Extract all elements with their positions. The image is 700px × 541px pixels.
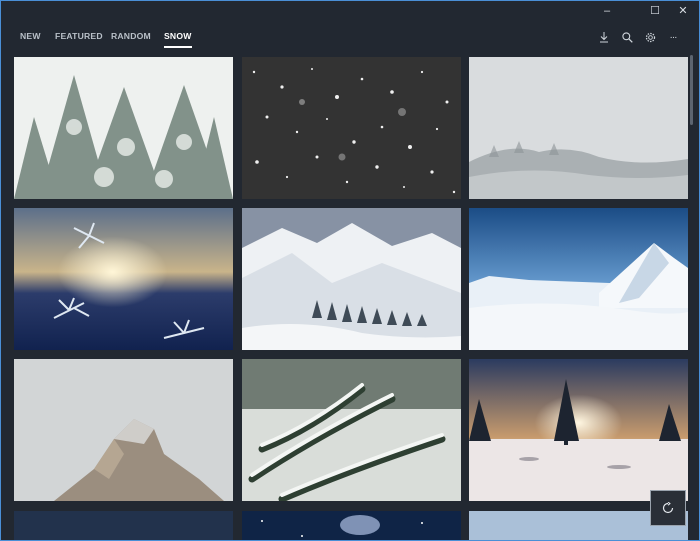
close-button[interactable]: ✕ <box>669 1 697 21</box>
download-button[interactable] <box>593 27 615 47</box>
more-button[interactable]: ··· <box>662 27 684 47</box>
search-icon <box>621 31 633 43</box>
photo-frost-crystals-sunset <box>14 208 233 350</box>
photo-falling-snowflakes-dark <box>242 57 461 199</box>
tab-featured[interactable]: FEATURED <box>55 31 103 41</box>
photo-night-sky-partial <box>14 511 233 540</box>
photo-foggy-snowy-hillside <box>469 57 688 199</box>
photo-rocky-peak-in-fog <box>14 359 233 501</box>
photo-tile[interactable] <box>469 57 688 199</box>
photo-lone-tree-sunset-snowfield <box>469 359 688 501</box>
refresh-icon <box>662 502 674 514</box>
photo-snow-covered-pine-branch <box>242 359 461 501</box>
photo-snow-peaks-blue-sky <box>469 208 688 350</box>
photo-snowy-pine-trees <box>14 57 233 199</box>
photo-starry-sky-partial <box>242 511 461 540</box>
download-icon <box>600 31 608 42</box>
photo-tile[interactable] <box>14 208 233 350</box>
photo-tile[interactable] <box>14 57 233 199</box>
photo-tile[interactable] <box>242 208 461 350</box>
app-window: – ☐ ✕ NEW FEATURED RANDOM SNOW ··· <box>0 0 700 541</box>
photo-tile[interactable] <box>469 208 688 350</box>
top-nav: NEW FEATURED RANDOM SNOW ··· <box>1 23 699 51</box>
photo-tile[interactable] <box>14 359 233 501</box>
more-icon: ··· <box>669 31 678 43</box>
search-button[interactable] <box>616 27 638 47</box>
tab-random[interactable]: RANDOM <box>111 31 151 41</box>
photo-tile[interactable] <box>242 359 461 501</box>
photo-snowy-mountain-valley <box>242 208 461 350</box>
title-bar: – ☐ ✕ <box>1 1 699 21</box>
photo-grid <box>1 51 699 540</box>
photo-tile[interactable] <box>14 511 233 540</box>
tab-snow[interactable]: SNOW <box>164 31 192 48</box>
photo-tile[interactable] <box>242 511 461 540</box>
tab-new[interactable]: NEW <box>20 31 41 41</box>
photo-tile[interactable] <box>469 359 688 501</box>
maximize-button[interactable]: ☐ <box>641 1 669 21</box>
scroll-thumb[interactable] <box>690 55 693 125</box>
settings-button[interactable] <box>639 27 661 47</box>
gear-icon <box>645 32 655 42</box>
minimize-button[interactable]: – <box>593 1 621 21</box>
vertical-scrollbar[interactable] <box>690 51 695 540</box>
refresh-button[interactable] <box>650 490 686 526</box>
photo-tile[interactable] <box>242 57 461 199</box>
